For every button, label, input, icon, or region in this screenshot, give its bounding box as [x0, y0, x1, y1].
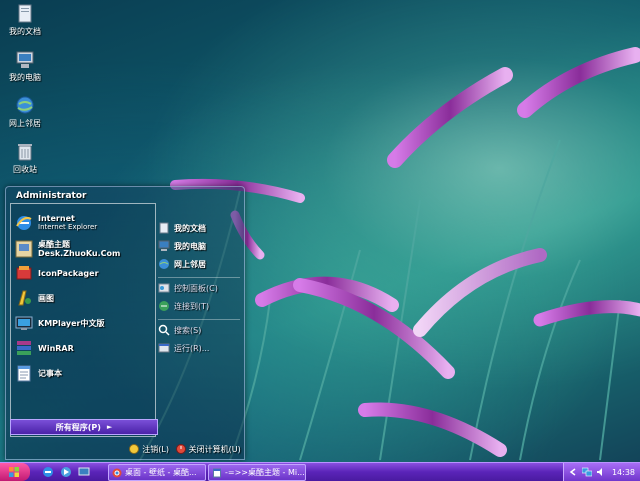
arrow-right-icon: ► [106, 423, 113, 431]
place-control-panel[interactable]: 控制面板(C) [158, 281, 242, 295]
network-places-icon [16, 96, 34, 114]
program-item-winrar[interactable]: WinRAR [15, 337, 151, 359]
taskbar: 桌面 - 壁纸 - 桌酷... -=>>桌酷主题 - Mi... 14:38 [0, 462, 640, 481]
place-search[interactable]: 搜索(S) [158, 323, 242, 337]
winrar-icon [17, 341, 31, 355]
place-run[interactable]: 运行(R)... [158, 341, 242, 355]
key-icon [129, 444, 140, 454]
place-label: 我的文档 [174, 223, 206, 233]
program-item-internet-explorer[interactable]: Internet Internet Explorer [15, 212, 151, 234]
desktop-icon-my-computer[interactable]: 我的电脑 [2, 49, 48, 83]
place-label: 搜索(S) [174, 325, 202, 335]
program-item-notepad[interactable]: 记事本 [15, 362, 151, 384]
all-programs-button[interactable]: 所有程序(P) ► [10, 419, 158, 435]
place-label: 网上邻居 [174, 259, 206, 269]
place-connect-to[interactable]: 连接到(T) [158, 299, 242, 313]
program-item-label: 记事本 [38, 368, 62, 378]
place-label: 我的电脑 [174, 241, 206, 251]
program-item-label: 桌酷主题Desk.ZhuoKu.Com [38, 240, 121, 258]
volume-icon[interactable] [596, 467, 606, 477]
program-item-label: Internet [38, 214, 75, 223]
ie-icon [16, 216, 32, 230]
program-item-label: IconPackager [38, 268, 99, 278]
zhuoku-icon [15, 240, 33, 258]
taskbar-window-button[interactable]: 桌面 - 壁纸 - 桌酷... [108, 464, 206, 481]
place-label: 控制面板(C) [174, 283, 218, 293]
logoff-button[interactable]: 注销(L) [129, 444, 169, 455]
desktop-icon-label: 我的文档 [9, 27, 41, 36]
place-my-documents[interactable]: 我的文档 [158, 221, 242, 235]
control-panel-icon [158, 283, 170, 293]
taskbar-window-button[interactable]: -=>>桌酷主题 - Mi... [208, 464, 306, 481]
program-item-sublabel: Internet Explorer [38, 223, 98, 231]
desktop-icon-my-documents[interactable]: 我的文档 [2, 3, 48, 37]
program-item-label: KMPlayer中文版 [38, 318, 105, 328]
place-network[interactable]: 网上邻居 [158, 257, 242, 271]
all-programs-label: 所有程序(P) [55, 422, 101, 432]
program-item-paint[interactable]: 画图 [15, 287, 151, 309]
quicklaunch-media-icon[interactable] [60, 466, 72, 478]
program-item-label: WinRAR [38, 343, 74, 353]
desktop-icon-label: 我的电脑 [9, 73, 41, 82]
my-computer-icon [16, 51, 34, 68]
clock[interactable]: 14:38 [612, 468, 635, 477]
shutdown-label: 关闭计算机(U) [188, 444, 241, 454]
quicklaunch-ie-icon[interactable] [42, 466, 54, 478]
my-documents-icon [159, 222, 169, 234]
my-computer-icon [158, 240, 170, 251]
tray-arrow-icon[interactable] [568, 467, 578, 477]
search-icon [158, 324, 170, 336]
windows-logo-icon [9, 467, 19, 477]
run-icon [158, 343, 170, 353]
menu-separator [158, 277, 240, 278]
connect-to-icon [159, 301, 169, 311]
start-menu-programs-panel: Internet Internet Explorer 桌酷主题Desk.Zhuo… [10, 203, 156, 437]
taskbar-window-label: -=>>桌酷主题 - Mi... [225, 468, 305, 477]
iconpackager-icon [16, 266, 32, 280]
start-menu-username: Administrator [16, 191, 87, 201]
program-item-kmplayer[interactable]: KMPlayer中文版 [15, 312, 151, 334]
start-menu: Administrator Internet Internet Explorer… [5, 186, 245, 460]
desktop-icon-network-places[interactable]: 网上邻居 [2, 95, 48, 129]
chrome-icon [112, 468, 122, 477]
program-item-iconpackager[interactable]: IconPackager [15, 262, 151, 284]
desktop-icon-label: 回收站 [13, 165, 37, 174]
desktop-icon-label: 网上邻居 [9, 119, 41, 128]
place-my-computer[interactable]: 我的电脑 [158, 239, 242, 253]
shutdown-button[interactable]: 关闭计算机(U) [175, 444, 241, 455]
notepad-icon [17, 365, 31, 382]
recycle-bin-icon [18, 144, 32, 161]
place-label: 连接到(T) [174, 301, 210, 311]
system-tray: 14:38 [563, 463, 640, 481]
kmplayer-icon [15, 316, 33, 330]
network-places-icon [159, 259, 169, 269]
logoff-label: 注销(L) [142, 444, 169, 454]
network-tray-icon[interactable] [582, 467, 592, 477]
place-label: 运行(R)... [174, 343, 210, 353]
taskbar-window-label: 桌面 - 壁纸 - 桌酷... [125, 468, 197, 477]
program-item-zhuoku[interactable]: 桌酷主题Desk.ZhuoKu.Com [15, 238, 151, 260]
start-button[interactable] [0, 463, 30, 481]
quicklaunch-desktop-icon[interactable] [78, 466, 90, 478]
start-menu-footer: 注销(L) 关闭计算机(U) [126, 441, 244, 457]
my-documents-icon [18, 4, 32, 23]
menu-separator [158, 319, 240, 320]
document-icon [213, 468, 221, 477]
power-icon [175, 444, 186, 454]
program-item-label: 画图 [38, 293, 54, 303]
desktop-icon-recycle-bin[interactable]: 回收站 [2, 141, 48, 175]
paint-icon [18, 290, 31, 306]
